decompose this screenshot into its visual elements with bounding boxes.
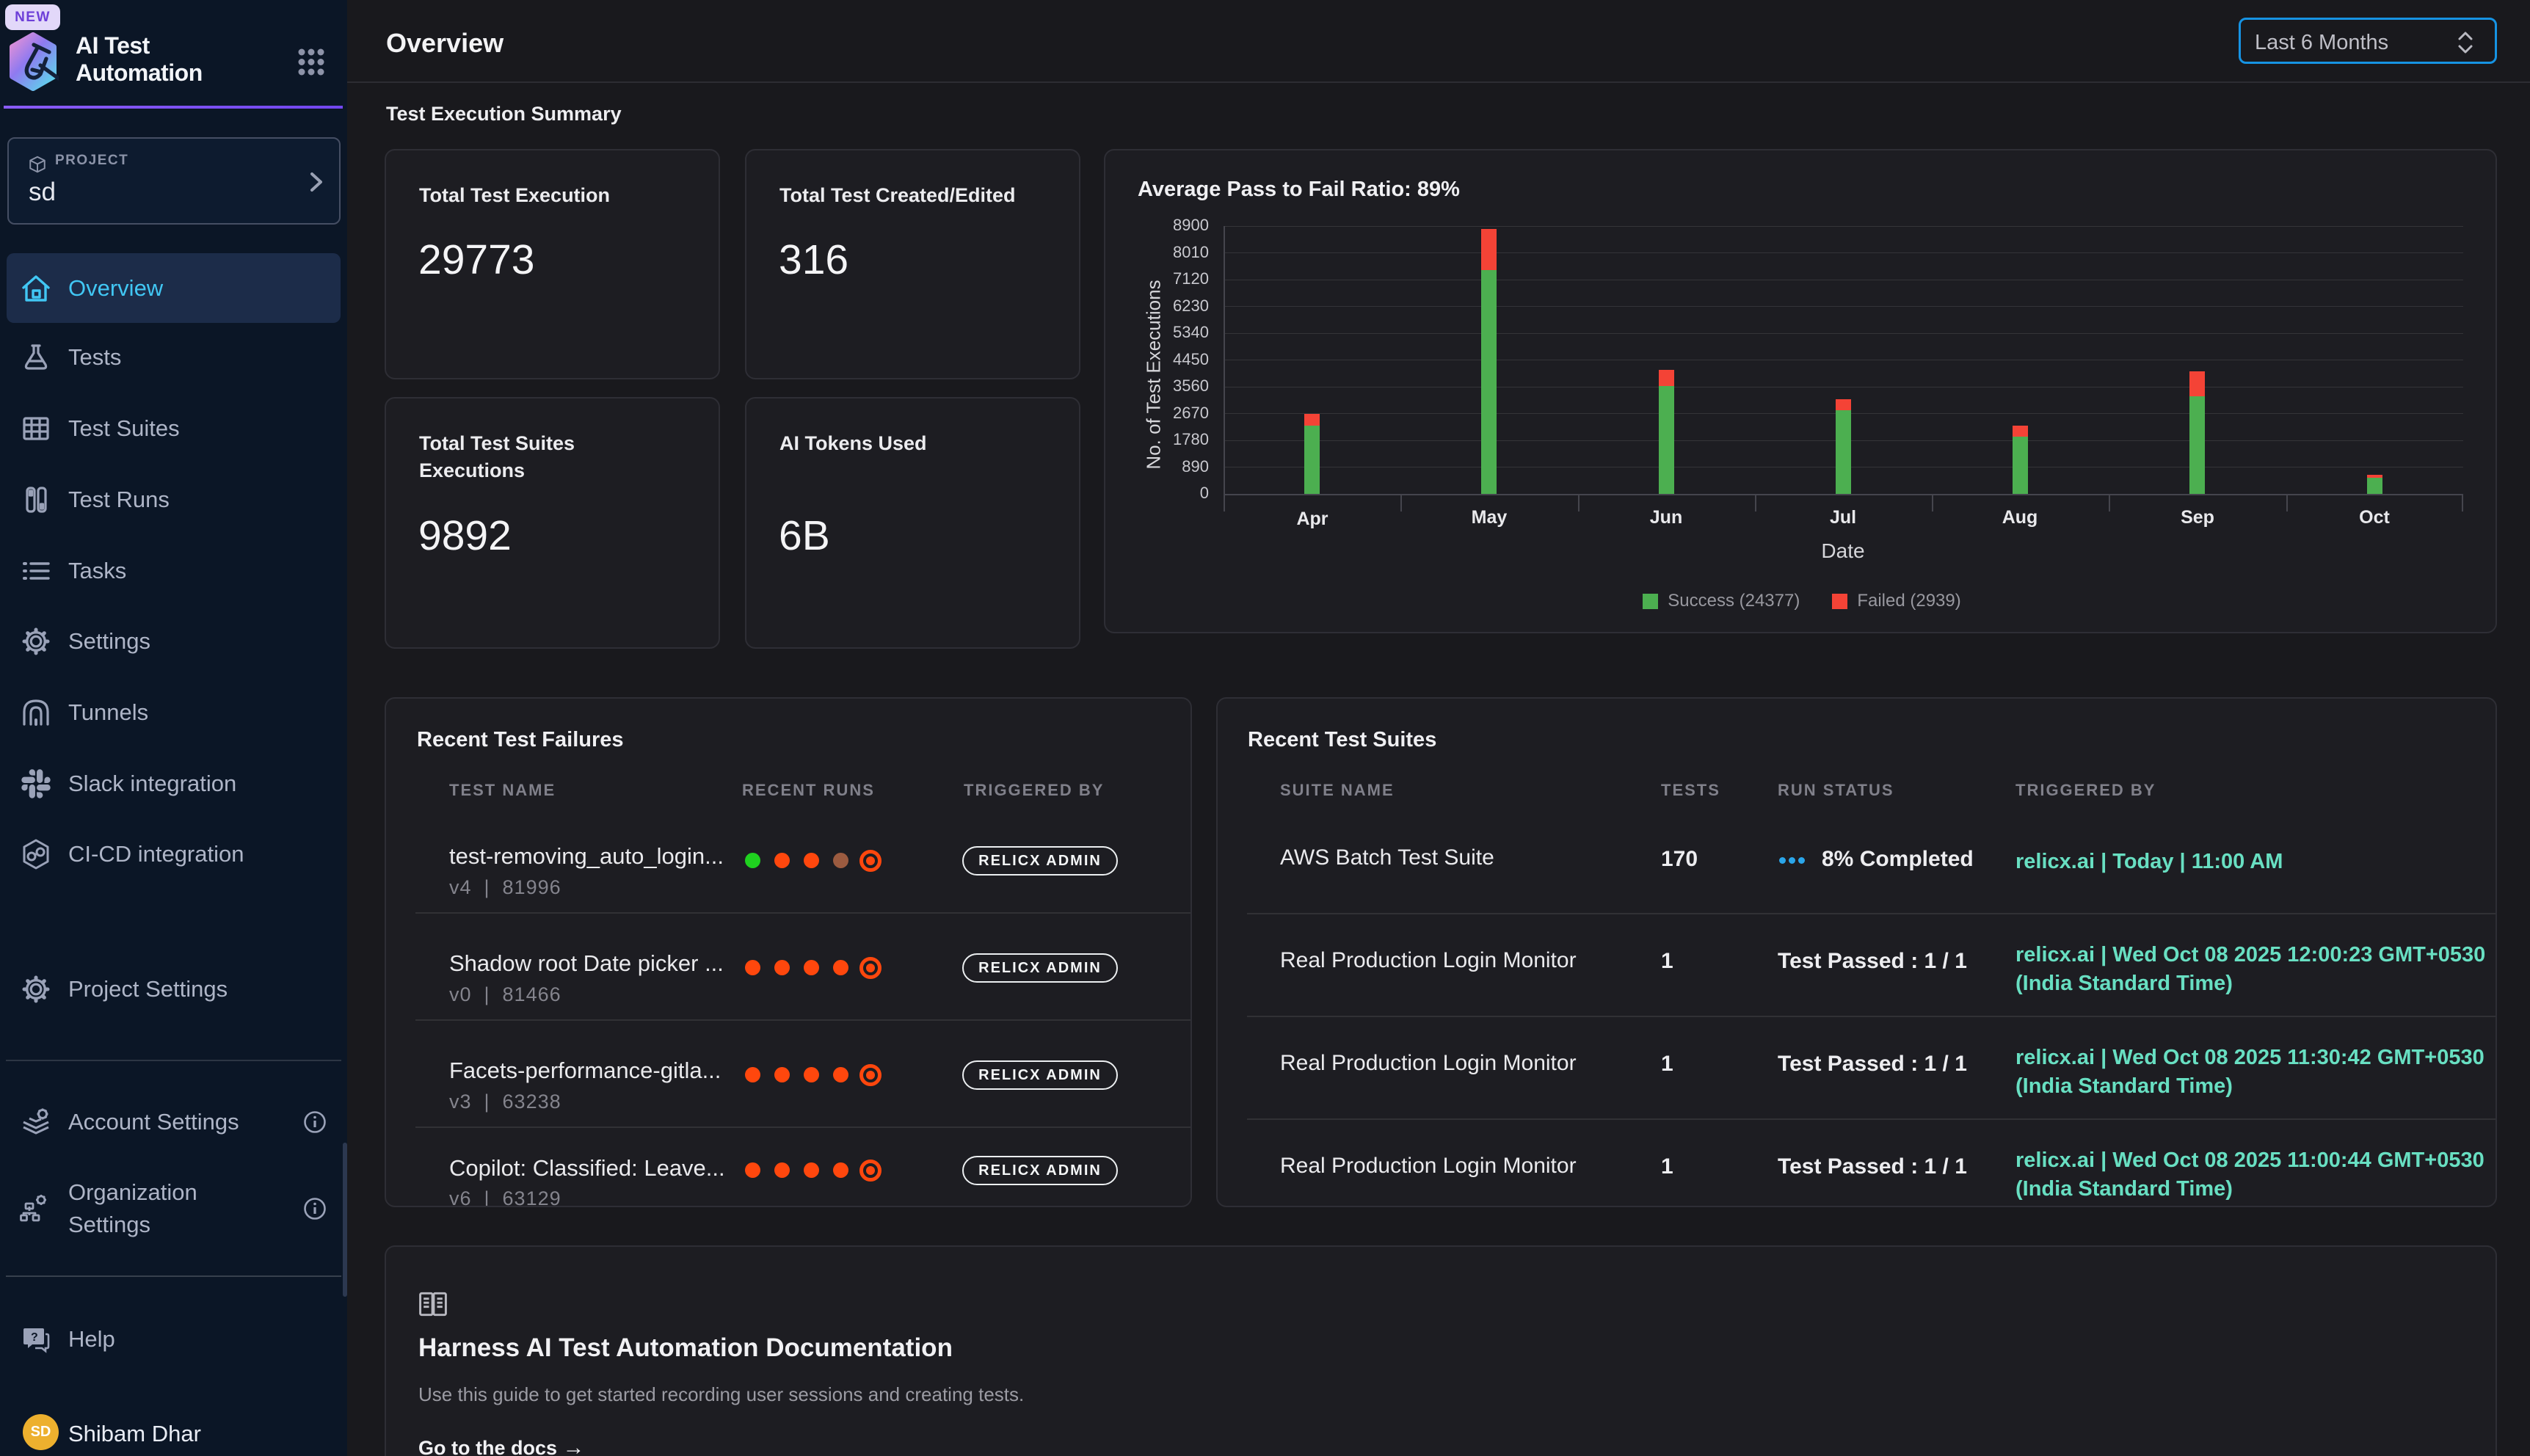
svg-text:?: ? xyxy=(31,1331,38,1344)
